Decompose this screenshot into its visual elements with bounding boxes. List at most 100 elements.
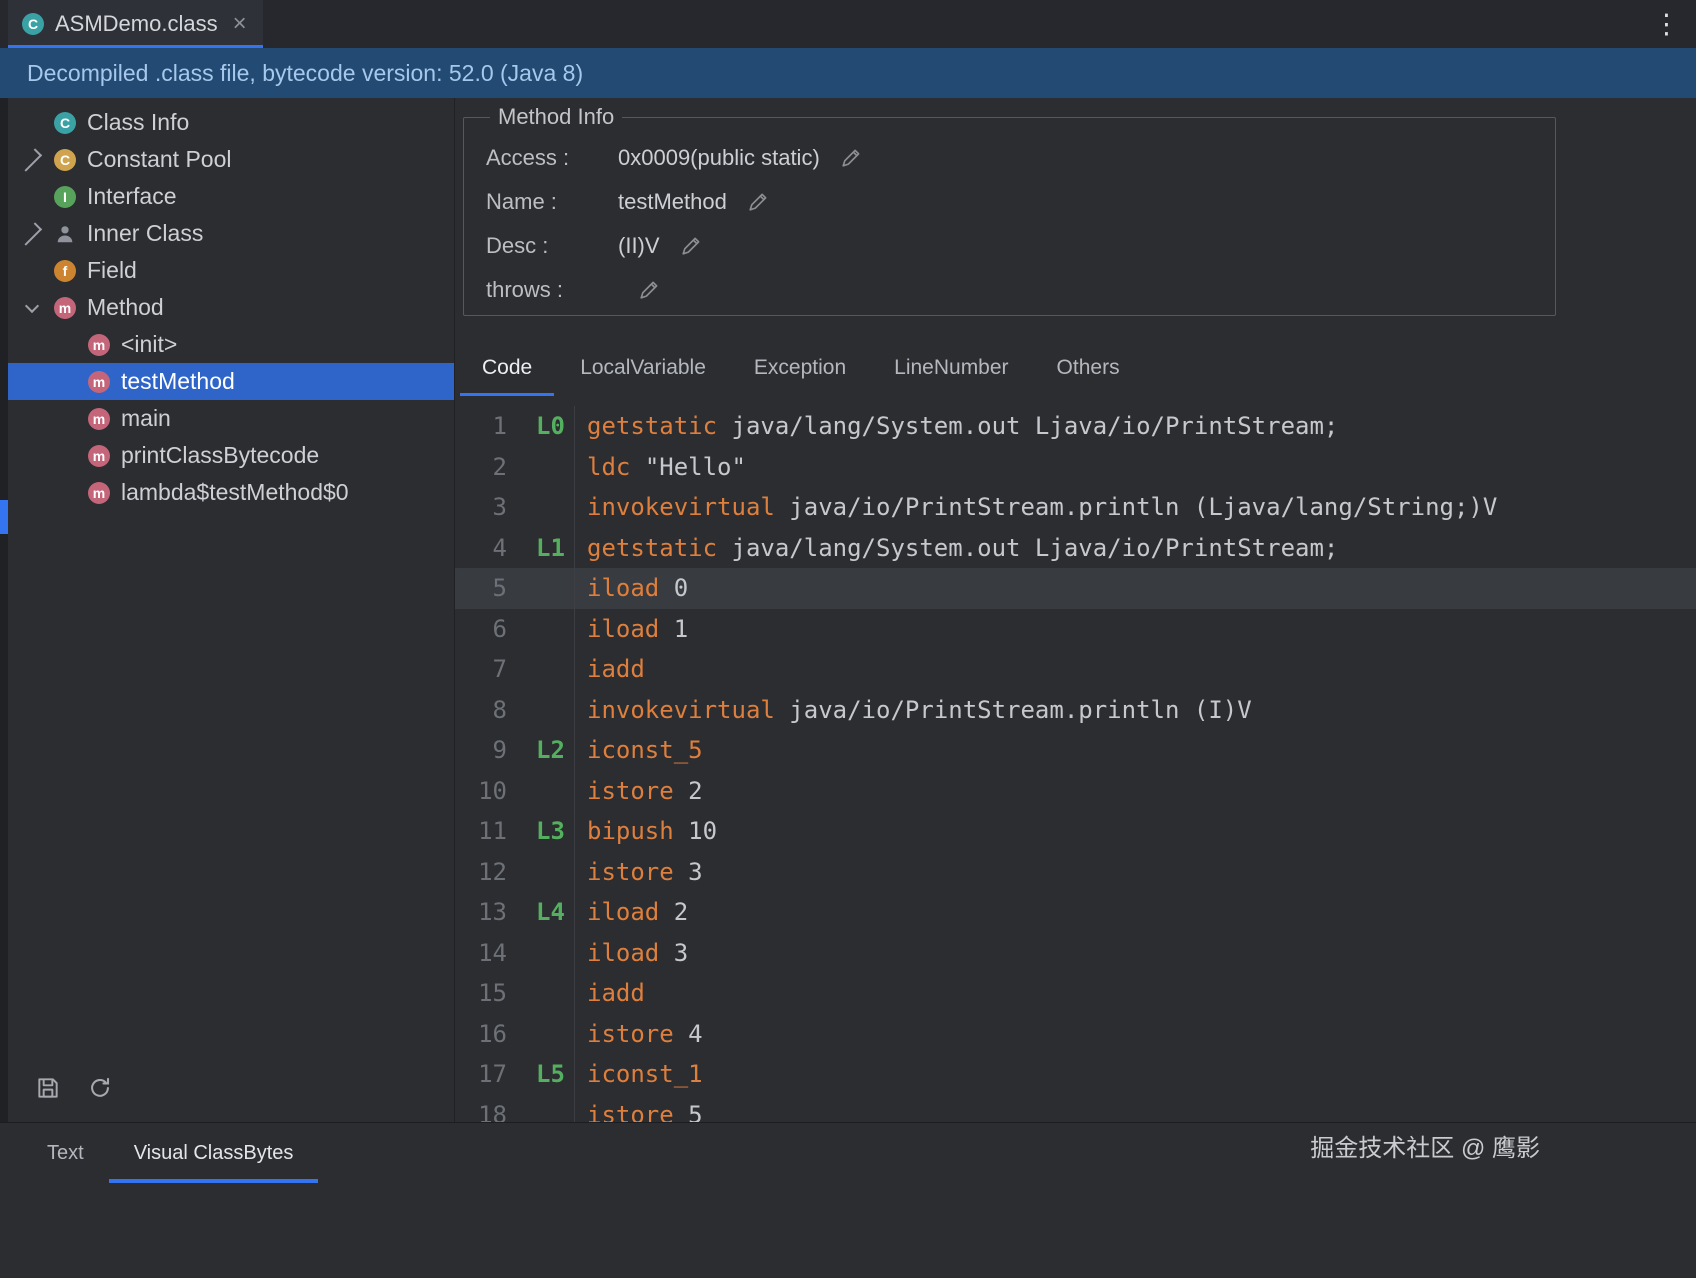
edit-throws-icon[interactable] bbox=[638, 279, 660, 301]
tab-code[interactable]: Code bbox=[460, 340, 554, 396]
tree-item-label: <init> bbox=[121, 331, 177, 358]
instruction: invokevirtual java/io/PrintStream.printl… bbox=[575, 696, 1252, 724]
bytecode-label bbox=[507, 609, 575, 650]
edit-name-icon[interactable] bbox=[747, 191, 769, 213]
tab-title: ASMDemo.class bbox=[55, 11, 218, 37]
chevron-right-icon[interactable] bbox=[22, 150, 42, 170]
bytecode-line-18[interactable]: 18istore 5 bbox=[455, 1095, 1696, 1123]
bytecode-line-14[interactable]: 14iload 3 bbox=[455, 933, 1696, 974]
bytecode-line-4[interactable]: 4L1getstatic java/lang/System.out Ljava/… bbox=[455, 528, 1696, 569]
line-number: 3 bbox=[455, 493, 507, 521]
app-window: C ASMDemo.class × ⋮ Decompiled .class fi… bbox=[0, 0, 1696, 1278]
method-icon: m bbox=[88, 334, 110, 356]
more-options-icon[interactable]: ⋮ bbox=[1653, 11, 1680, 38]
line-number: 14 bbox=[455, 939, 507, 967]
tree-item-constant-pool[interactable]: CConstant Pool bbox=[8, 141, 454, 178]
edit-access-icon[interactable] bbox=[840, 147, 862, 169]
method-info-row-throws: throws : bbox=[486, 268, 1555, 312]
bytecode-line-6[interactable]: 6iload 1 bbox=[455, 609, 1696, 650]
instruction: iload 1 bbox=[575, 615, 688, 643]
tool-window-stripe bbox=[0, 98, 8, 1122]
bytecode-line-2[interactable]: 2ldc "Hello" bbox=[455, 447, 1696, 488]
chevron-down-icon[interactable] bbox=[22, 298, 42, 318]
bytecode-line-5[interactable]: 5iload 0 bbox=[455, 568, 1696, 609]
bytecode-line-13[interactable]: 13L4iload 2 bbox=[455, 892, 1696, 933]
method-icon: m bbox=[88, 371, 110, 393]
refresh-button[interactable] bbox=[86, 1074, 114, 1102]
instruction: invokevirtual java/io/PrintStream.printl… bbox=[575, 493, 1497, 521]
method-icon: m bbox=[88, 408, 110, 430]
method-info-panel: Method Info Access : 0x0009(public stati… bbox=[463, 104, 1556, 316]
tab-localvariable[interactable]: LocalVariable bbox=[558, 340, 728, 396]
bytecode-label bbox=[507, 447, 575, 488]
instruction: istore 2 bbox=[575, 777, 703, 805]
tab-others[interactable]: Others bbox=[1035, 340, 1142, 396]
bytecode-line-12[interactable]: 12istore 3 bbox=[455, 852, 1696, 893]
bytecode-label bbox=[507, 487, 575, 528]
bytecode-line-16[interactable]: 16istore 4 bbox=[455, 1014, 1696, 1055]
tree-item-inner-class[interactable]: Inner Class bbox=[8, 215, 454, 252]
bottom-tab-visual-classbytes[interactable]: Visual ClassBytes bbox=[109, 1123, 319, 1183]
opcode: iadd bbox=[587, 979, 645, 1007]
instruction: iconst_1 bbox=[575, 1060, 703, 1088]
line-number: 7 bbox=[455, 655, 507, 683]
bytecode-line-8[interactable]: 8 invokevirtual java/io/PrintStream.print… bbox=[455, 690, 1696, 731]
bytecode-line-15[interactable]: 15iadd bbox=[455, 973, 1696, 1014]
tree-item-method[interactable]: mMethod bbox=[8, 289, 454, 326]
chevron-spacer bbox=[22, 261, 42, 281]
editor-tab-asmdemo[interactable]: C ASMDemo.class × bbox=[8, 0, 263, 48]
tool-window-stripe-marker[interactable] bbox=[0, 500, 8, 534]
opcode: iload bbox=[587, 615, 659, 643]
bytecode-label bbox=[507, 690, 575, 731]
bytecode-line-17[interactable]: 17L5iconst_1 bbox=[455, 1054, 1696, 1095]
method-icon: m bbox=[54, 297, 76, 319]
tree-item-testmethod[interactable]: m testMethod bbox=[8, 363, 454, 400]
save-button[interactable] bbox=[34, 1074, 62, 1102]
opcode: iload bbox=[587, 574, 659, 602]
tab-close-icon[interactable]: × bbox=[233, 12, 247, 36]
tree-item-printclassbytecode[interactable]: mprintClassBytecode bbox=[8, 437, 454, 474]
bytecode-label bbox=[507, 568, 575, 609]
watermark-text: 掘金技术社区 @ 鹰影 bbox=[1310, 1128, 1540, 1163]
tree-items: CClass InfoCConstant PoolIInterfaceInner… bbox=[8, 104, 454, 511]
edit-desc-icon[interactable] bbox=[680, 235, 702, 257]
bytecode-line-11[interactable]: 11L3bipush 10 bbox=[455, 811, 1696, 852]
bytecode-label bbox=[507, 933, 575, 974]
editor-tab-bar: C ASMDemo.class × ⋮ bbox=[0, 0, 1696, 48]
tree-item-field[interactable]: fField bbox=[8, 252, 454, 289]
opcode: getstatic bbox=[587, 412, 717, 440]
tree-item-label: Interface bbox=[87, 183, 177, 210]
tree-item-label: testMethod bbox=[121, 368, 235, 395]
bytecode-label bbox=[507, 1095, 575, 1123]
line-number: 5 bbox=[455, 574, 507, 602]
bytecode-line-9[interactable]: 9L2iconst_5 bbox=[455, 730, 1696, 771]
tree-item-label: printClassBytecode bbox=[121, 442, 319, 469]
bottom-bar: TextVisual ClassBytes 掘金技术社区 @ 鹰影 bbox=[0, 1122, 1696, 1278]
tree-item-lambda-testmethod-0[interactable]: mlambda$testMethod$0 bbox=[8, 474, 454, 511]
tab-exception[interactable]: Exception bbox=[732, 340, 868, 396]
line-number: 11 bbox=[455, 817, 507, 845]
bytecode-line-1[interactable]: 1L0getstatic java/lang/System.out Ljava/… bbox=[455, 406, 1696, 447]
operand: 2 bbox=[688, 777, 702, 805]
bytecode-line-3[interactable]: 3 invokevirtual java/io/PrintStream.print… bbox=[455, 487, 1696, 528]
tree-item-main[interactable]: mmain bbox=[8, 400, 454, 437]
line-number: 8 bbox=[455, 696, 507, 724]
instruction: bipush 10 bbox=[575, 817, 717, 845]
bytecode-line-10[interactable]: 10istore 2 bbox=[455, 771, 1696, 812]
bytecode-label: L1 bbox=[507, 528, 575, 569]
class-icon: C bbox=[54, 112, 76, 134]
chevron-spacer bbox=[22, 113, 42, 133]
tab-linenumber[interactable]: LineNumber bbox=[872, 340, 1030, 396]
opcode: istore bbox=[587, 1020, 674, 1048]
chevron-right-icon[interactable] bbox=[22, 224, 42, 244]
operand: 3 bbox=[674, 939, 688, 967]
access-label: Access : bbox=[486, 145, 618, 171]
tree-item-init[interactable]: m <init> bbox=[8, 326, 454, 363]
bytecode-line-7[interactable]: 7iadd bbox=[455, 649, 1696, 690]
bottom-tab-text[interactable]: Text bbox=[22, 1123, 109, 1183]
tree-item-label: lambda$testMethod$0 bbox=[121, 479, 349, 506]
main-area: CClass InfoCConstant PoolIInterfaceInner… bbox=[0, 98, 1696, 1122]
tree-item-class-info[interactable]: CClass Info bbox=[8, 104, 454, 141]
tree-item-label: Constant Pool bbox=[87, 146, 231, 173]
tree-item-interface[interactable]: IInterface bbox=[8, 178, 454, 215]
